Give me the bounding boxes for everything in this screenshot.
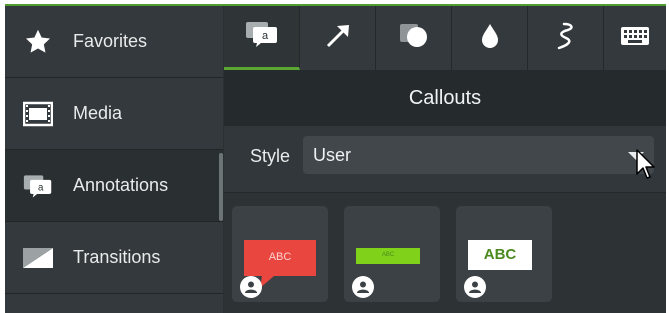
- style-label: Style: [250, 146, 291, 166]
- transition-icon: [23, 244, 53, 272]
- tab-arrows-lines[interactable]: [300, 6, 376, 70]
- sidebar: Favorites Media a Annotations Transition…: [5, 6, 223, 313]
- shape-icon: [399, 23, 429, 54]
- tab-blur-highlight[interactable]: [452, 6, 528, 70]
- sidebar-scrollbar[interactable]: [219, 153, 223, 221]
- sidebar-item-annotations[interactable]: a Annotations: [5, 150, 223, 222]
- callout-tile-green-bar[interactable]: ABC: [344, 206, 440, 302]
- tab-sketch-motion[interactable]: [528, 6, 604, 70]
- user-icon: [464, 276, 486, 298]
- white-box-text: ABC: [483, 246, 517, 263]
- style-dropdown-value: User: [313, 144, 352, 165]
- svg-text:a: a: [261, 30, 268, 42]
- annotations-panel: Favorites Media a Annotations Transition…: [5, 4, 666, 313]
- user-icon: [352, 276, 374, 298]
- sidebar-item-media[interactable]: Media: [5, 78, 223, 150]
- tab-shapes[interactable]: [376, 6, 452, 70]
- tab-callouts[interactable]: a: [224, 6, 300, 70]
- annotation-icon: a: [23, 172, 53, 200]
- sidebar-item-label: Media: [73, 103, 123, 123]
- sidebar-item-label: Favorites: [73, 31, 148, 51]
- annotation-type-tabs: a: [224, 6, 666, 70]
- green-bar-text: ABC: [381, 252, 395, 258]
- callout-icon: a: [245, 21, 279, 52]
- sidebar-item-favorites[interactable]: Favorites: [5, 6, 223, 78]
- tab-keystroke[interactable]: [604, 6, 666, 70]
- callout-tile-red[interactable]: ABC: [232, 206, 328, 302]
- svg-text:a: a: [38, 182, 44, 193]
- sidebar-item-transitions[interactable]: Transitions: [5, 222, 223, 294]
- arrow-icon: [325, 23, 351, 54]
- mouse-cursor-icon: [635, 148, 655, 187]
- sidebar-item-label: Annotations: [73, 175, 169, 195]
- keyboard-icon: [620, 26, 650, 51]
- film-icon: [23, 100, 53, 128]
- callout-tile-white-box[interactable]: ABC: [456, 206, 552, 302]
- red-callout-text: ABC: [268, 251, 292, 263]
- star-icon: [23, 28, 53, 56]
- sketch-icon: [554, 21, 578, 56]
- user-icon: [240, 276, 262, 298]
- sidebar-item-label: Transitions: [73, 247, 161, 267]
- panel-title: Callouts: [224, 70, 666, 126]
- style-row: Style User: [224, 126, 666, 193]
- main-panel: a Callouts Style User ABC ABC ABC: [224, 6, 666, 313]
- style-dropdown[interactable]: User: [303, 136, 654, 174]
- drop-icon: [480, 23, 500, 54]
